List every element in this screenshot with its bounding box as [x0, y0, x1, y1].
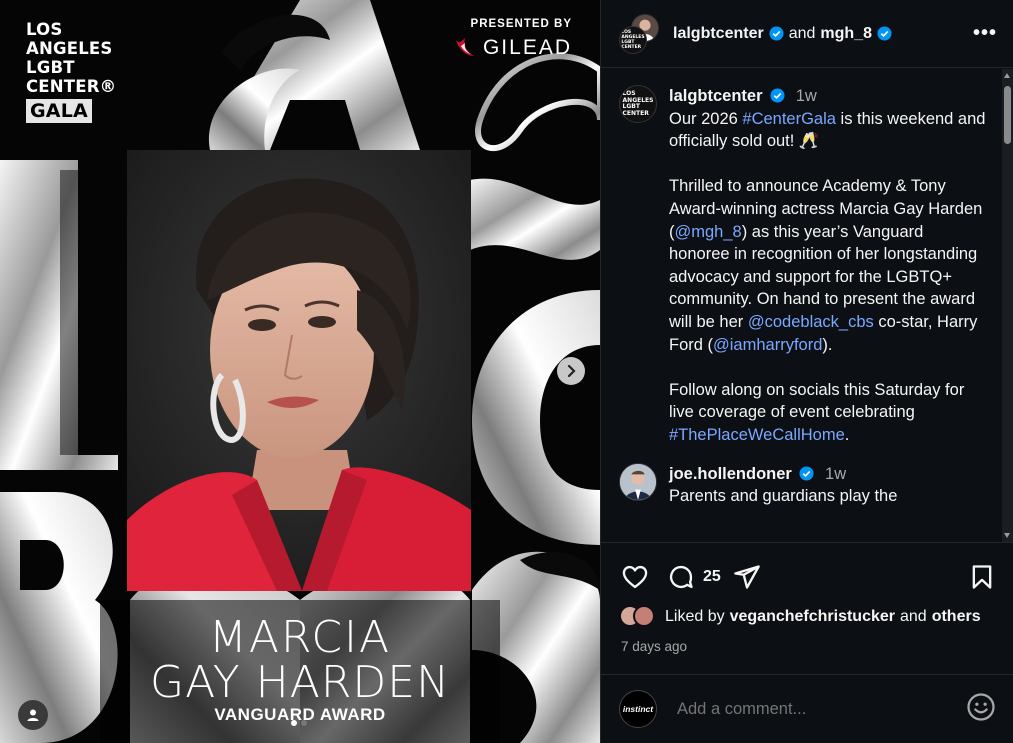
tagged-users-button[interactable] — [18, 700, 48, 730]
emoji-smile-icon — [967, 692, 995, 721]
add-comment-input[interactable] — [677, 699, 966, 719]
caption-timestamp[interactable]: 1w — [796, 87, 817, 105]
verified-badge-icon — [799, 465, 814, 481]
mention-link[interactable]: @iamharryford — [713, 336, 822, 354]
verified-badge-icon — [770, 88, 785, 103]
collab-joiner: and — [788, 24, 816, 42]
hashtag-link[interactable]: #CenterGala — [742, 110, 836, 128]
liked-by-label: Liked by — [665, 608, 725, 625]
caption-text: lalgbtcenter 1w Our 2026 #CenterGala is … — [669, 85, 987, 447]
account-name-link[interactable]: mgh_8 — [820, 25, 872, 43]
caption-paragraph: Follow along on socials this Saturday fo… — [669, 380, 965, 444]
carousel-dot — [291, 720, 297, 726]
liker-avatars[interactable] — [619, 605, 661, 629]
scroll-up-arrow-icon[interactable] — [1004, 73, 1010, 78]
sponsor-name: GILEAD — [482, 36, 572, 59]
gala-logo: LOS ANGELES LGBT CENTER® GALA — [26, 20, 116, 123]
carousel-next-button[interactable] — [557, 357, 585, 385]
avatar: LOS ANGELES LGBT CENTER — [619, 25, 647, 54]
logo-line: LOS — [26, 20, 63, 39]
scrollbar[interactable] — [1002, 69, 1013, 542]
caption: LOS ANGELES LGBT CENTER lalgbtcenter 1w … — [601, 69, 1003, 447]
post-details-panel: LOS ANGELES LGBT CENTER lalgbtcenter and… — [600, 0, 1013, 743]
presented-by-label: PRESENTED BY — [470, 18, 572, 30]
current-user-avatar[interactable]: instinct — [619, 690, 657, 728]
collab-avatars[interactable]: LOS ANGELES LGBT CENTER — [619, 13, 659, 54]
verified-badge-icon — [769, 26, 784, 41]
scrollbar-thumb[interactable] — [1004, 86, 1011, 144]
post-header: LOS ANGELES LGBT CENTER lalgbtcenter and… — [601, 0, 1013, 68]
comment-item: joe.hollendoner 1w Parents and guardians… — [601, 447, 1003, 508]
mention-link[interactable]: @codeblack_cbs — [748, 313, 874, 331]
comments-scroll-area[interactable]: LOS ANGELES LGBT CENTER lalgbtcenter 1w … — [601, 69, 1003, 542]
avatar — [633, 605, 655, 627]
heart-icon — [622, 565, 648, 589]
comment-timestamp[interactable]: 1w — [825, 465, 846, 483]
honoree-portrait — [127, 150, 471, 591]
liked-user-link[interactable]: veganchefchristucker — [730, 608, 895, 626]
hashtag-link[interactable]: #ThePlaceWeCallHome — [669, 426, 845, 444]
caption-paragraph: Thrilled to announce Academy & Tony Awar… — [669, 177, 983, 354]
avatar[interactable] — [619, 462, 657, 501]
post-media[interactable]: LOS ANGELES LGBT CENTER® GALA PRESENTED … — [0, 0, 600, 743]
comment-username[interactable]: joe.hollendoner — [669, 465, 792, 483]
verified-badge-icon — [877, 26, 892, 41]
logo-line: CENTER® — [26, 77, 117, 96]
send-icon — [733, 565, 760, 589]
caption-paragraph: Our 2026 #CenterGala is this weekend and… — [669, 109, 986, 151]
likes-others-link[interactable]: others — [932, 608, 981, 626]
caption-username[interactable]: lalgbtcenter — [669, 87, 763, 105]
chevron-right-icon — [567, 364, 576, 378]
comment-button[interactable]: 25 — [667, 563, 721, 591]
avatar[interactable]: LOS ANGELES LGBT CENTER — [619, 85, 657, 123]
honoree-name-line1: MARCIA — [208, 612, 392, 663]
comment-text: Parents and guardians play the — [669, 487, 898, 506]
post-date[interactable]: 7 days ago — [601, 639, 1013, 654]
comment-bubble-icon — [669, 565, 693, 589]
mention-link[interactable]: @mgh_8 — [675, 223, 742, 241]
share-button[interactable] — [733, 563, 761, 591]
comment-composer: instinct — [601, 674, 1013, 743]
action-bar: 25 — [601, 543, 1013, 611]
carousel-dot — [301, 720, 307, 726]
comment-count: 25 — [703, 568, 721, 585]
like-button[interactable] — [621, 563, 649, 591]
more-options-button[interactable]: ••• — [973, 22, 997, 45]
user-icon — [27, 709, 39, 721]
bookmark-icon — [972, 565, 992, 589]
carousel-indicator — [291, 720, 307, 726]
logo-line: LGBT — [26, 58, 75, 77]
emoji-button[interactable] — [966, 692, 996, 727]
honoree-name-line2: GAY HARDEN — [150, 657, 450, 708]
sponsor-lockup: PRESENTED BY GILEAD — [442, 18, 572, 60]
logo-line: ANGELES — [26, 39, 113, 58]
gala-badge: GALA — [26, 99, 92, 123]
gilead-flame-icon — [455, 38, 474, 56]
scroll-down-arrow-icon[interactable] — [1004, 533, 1010, 538]
liked-and-label: and — [900, 608, 927, 625]
account-name-link[interactable]: lalgbtcenter — [673, 25, 764, 43]
liked-by-row: Liked by veganchefchristucker and others — [601, 605, 1013, 629]
save-button[interactable] — [968, 563, 996, 591]
post-actions-section: 25 Liked by veganchefchristucker and oth… — [601, 542, 1013, 654]
